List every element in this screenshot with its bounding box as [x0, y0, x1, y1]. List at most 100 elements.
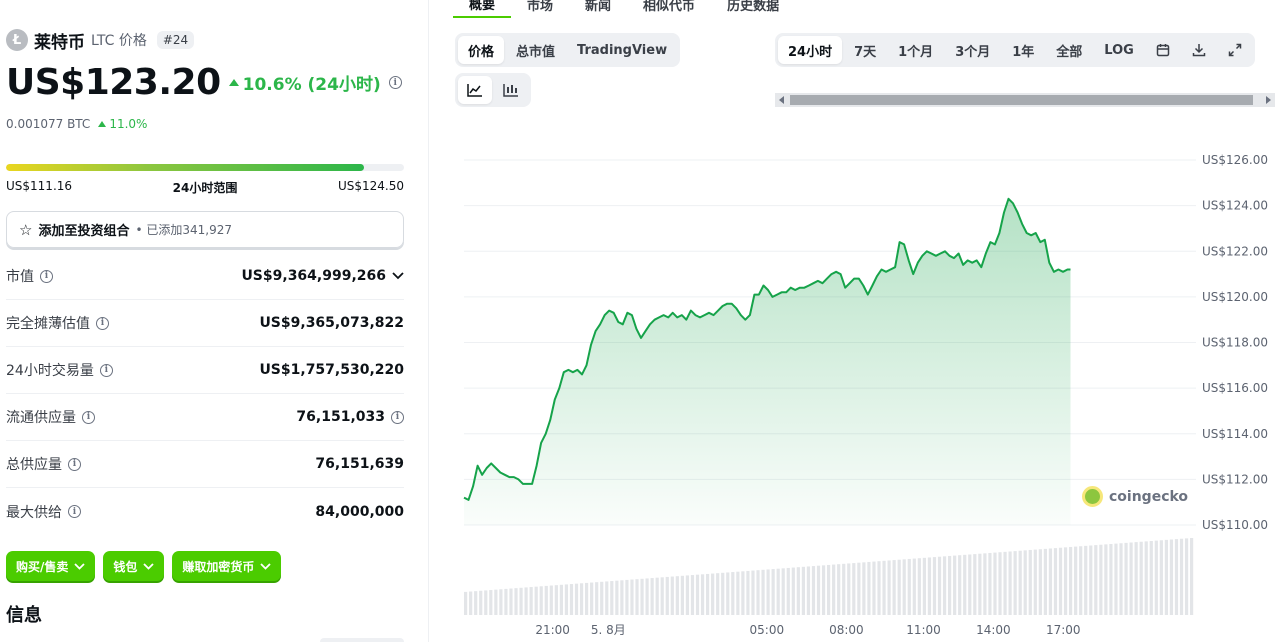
volume-bar [1043, 548, 1047, 615]
volume-bar [801, 566, 805, 615]
volume-bar [867, 561, 871, 615]
volume-bar [1058, 547, 1063, 615]
volume-bar [655, 577, 659, 615]
volume-bar [837, 564, 841, 615]
watermark-text: coingecko [1109, 488, 1189, 505]
volume-bar [771, 569, 775, 615]
volume-bar [559, 584, 563, 615]
volume-bar [968, 554, 972, 615]
volume-bar [978, 553, 982, 615]
volume-bar [1048, 548, 1053, 615]
volume-bar [474, 591, 478, 615]
coingecko-logo-icon [1082, 486, 1103, 507]
volume-bar [1169, 539, 1174, 615]
volume-bar [1013, 551, 1017, 615]
volume-bar [680, 575, 684, 615]
coingecko-watermark: coingecko [1082, 486, 1188, 507]
volume-bar [610, 581, 614, 615]
volume-bar [832, 564, 836, 615]
volume-bar [690, 575, 695, 615]
volume-bar [489, 590, 493, 615]
x-tick-label: 14:00 [976, 623, 1011, 637]
volume-bar [791, 567, 795, 615]
volume-bar [746, 570, 750, 615]
volume-bar [554, 585, 558, 615]
volume-bar [534, 586, 538, 615]
volume-bar [857, 562, 861, 615]
volume-bar [645, 578, 649, 615]
volume-bar [1099, 544, 1103, 615]
volume-bar [937, 556, 942, 615]
volume-bar [973, 554, 977, 615]
volume-bar [630, 579, 634, 615]
volume-bar [761, 569, 765, 615]
volume-bar [816, 565, 821, 615]
x-tick-label: 05:00 [750, 623, 785, 637]
volume-bar [877, 561, 881, 615]
volume-bar [731, 572, 735, 615]
volume-bar [942, 556, 947, 615]
volume-bar [1053, 548, 1058, 615]
volume-bar [872, 561, 876, 615]
volume-bar [1144, 541, 1148, 615]
volume-bar [776, 568, 780, 615]
volume-bar [1094, 545, 1098, 615]
volume-bar [912, 558, 916, 615]
volume-bar [852, 563, 856, 615]
volume-bar [988, 552, 992, 615]
volume-bar [1063, 547, 1068, 615]
volume-bar [595, 582, 599, 615]
volume-bar [1190, 538, 1194, 615]
volume-bar [983, 553, 987, 615]
y-tick-label: US$114.00 [1202, 427, 1268, 441]
volume-bar [564, 584, 569, 615]
volume-bar [1184, 538, 1189, 615]
volume-bar [635, 579, 639, 615]
volume-bar [726, 572, 730, 615]
volume-bar [484, 590, 488, 615]
volume-bar [1164, 539, 1168, 615]
volume-bar [529, 587, 533, 615]
volume-bar [892, 560, 896, 615]
y-tick-label: US$116.00 [1202, 381, 1268, 395]
y-tick-label: US$110.00 [1202, 518, 1268, 532]
volume-bar [1089, 545, 1093, 615]
volume-bar [675, 576, 679, 615]
volume-bar [549, 585, 553, 615]
volume-bar [958, 555, 962, 615]
volume-bar [786, 567, 790, 615]
volume-bar [620, 580, 624, 615]
volume-bar [1119, 543, 1123, 615]
volume-bar [716, 573, 720, 615]
volume-bar [1079, 546, 1083, 615]
volume-bar [1134, 542, 1138, 615]
x-tick-label: 21:00 [535, 623, 570, 637]
volume-bar [736, 571, 740, 615]
volume-bar [963, 554, 967, 615]
volume-bar [1023, 550, 1027, 615]
volume-bar [569, 584, 574, 615]
volume-bar [751, 570, 755, 615]
volume-bar [514, 588, 518, 615]
volume-bar [998, 552, 1002, 615]
volume-bar [469, 591, 473, 615]
volume-bar [1179, 538, 1184, 615]
volume-bar [907, 558, 911, 615]
volume-bar [741, 571, 745, 615]
volume-bar [494, 589, 498, 615]
volume-bar [700, 574, 705, 615]
volume-bar [1038, 549, 1042, 615]
volume-bar [927, 557, 932, 615]
volume-bar [695, 574, 700, 615]
volume-bar [781, 568, 785, 615]
volume-bar [711, 573, 715, 615]
volume-bar [464, 591, 468, 615]
volume-bar [670, 576, 674, 615]
volume-bar [1074, 546, 1078, 615]
volume-bar [574, 583, 579, 615]
volume-bar [1114, 543, 1118, 615]
volume-bar [615, 580, 619, 615]
volume-bar [1129, 542, 1133, 615]
volume-bar [882, 560, 886, 615]
price-chart[interactable]: US$110.00 US$112.00 US$114.00 US$116.00 US$1… [0, 0, 1286, 642]
